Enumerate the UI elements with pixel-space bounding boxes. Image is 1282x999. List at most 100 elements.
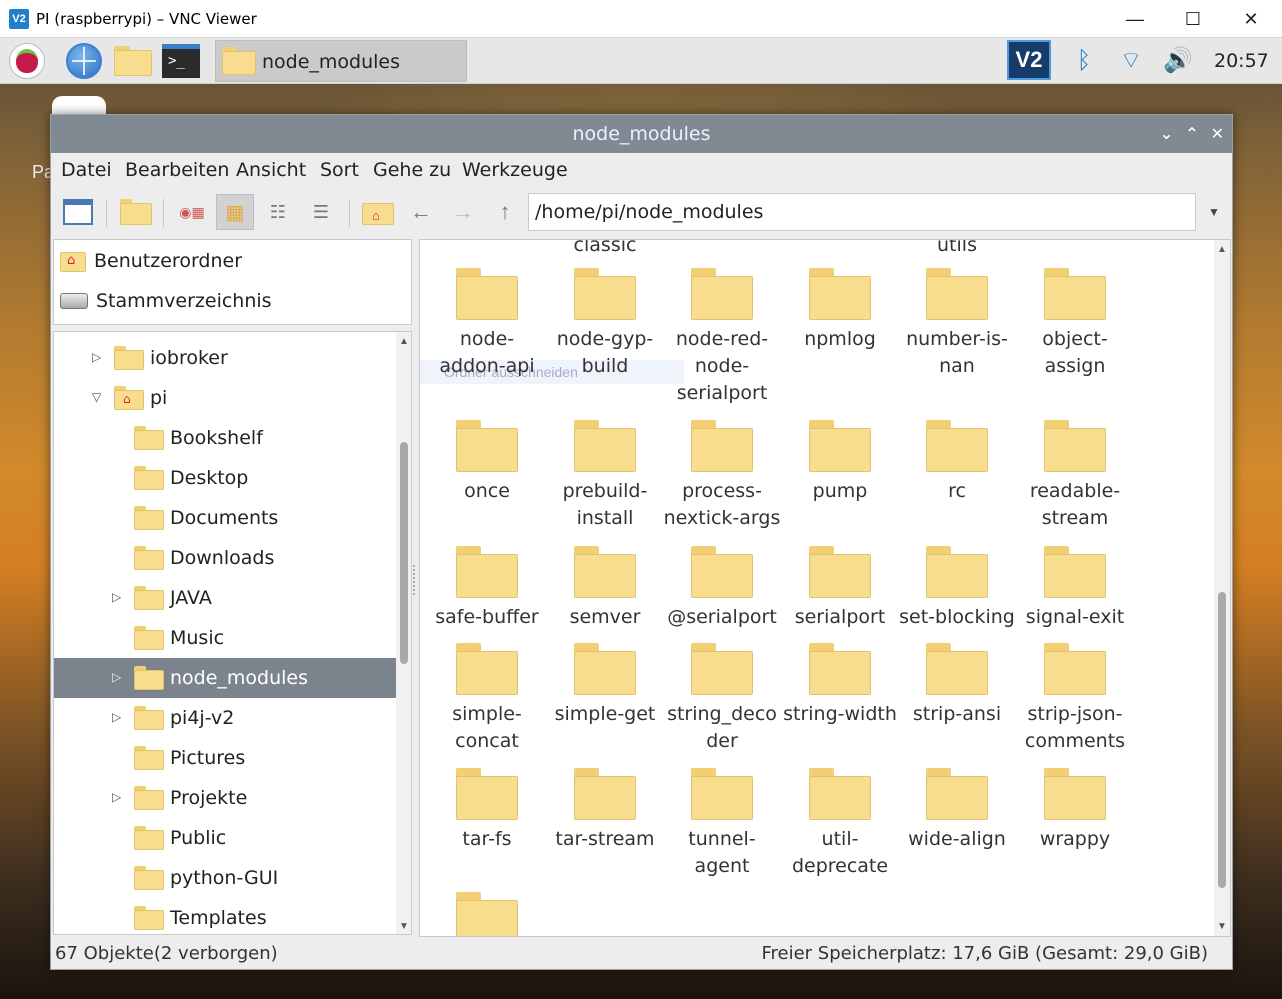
scroll-up-icon[interactable]: ▲: [1217, 244, 1227, 255]
scroll-up-icon[interactable]: ▲: [399, 336, 409, 347]
tree-item-templates[interactable]: Templates: [54, 898, 396, 934]
folder-item-node-gyp-build[interactable]: node-gyp- build: [546, 268, 664, 380]
bluetooth-icon[interactable]: ᛒ: [1068, 44, 1100, 78]
folder-item-object-assign[interactable]: object- assign: [1016, 268, 1134, 380]
expand-arrow-icon[interactable]: ▷: [112, 790, 121, 804]
tree-item-node-modules[interactable]: ▷ node_modules: [54, 658, 396, 698]
folder-item-set-blocking[interactable]: set-blocking: [898, 546, 1016, 631]
folder-item-string-width[interactable]: string-width: [781, 643, 899, 728]
new-folder-icon[interactable]: [117, 194, 155, 230]
main-scroll-thumb[interactable]: [1218, 592, 1226, 888]
folder-item-rc[interactable]: rc: [898, 420, 1016, 505]
folder-item-node-red-node-serialport[interactable]: node-red- node- serialport: [663, 268, 781, 407]
folder-item-npmlog[interactable]: npmlog: [781, 268, 899, 353]
folder-item-number-is-nan[interactable]: number-is- nan: [898, 268, 1016, 380]
tree-item-pi4j-v2[interactable]: ▷ pi4j-v2: [54, 698, 396, 738]
menu-datei[interactable]: Datei: [61, 159, 112, 181]
tree-item-downloads[interactable]: Downloads: [54, 538, 396, 578]
folder-item-tar-fs[interactable]: tar-fs: [428, 768, 546, 853]
folder-item-simple-get[interactable]: simple-get: [546, 643, 664, 728]
folder-item-wrappy[interactable]: wrappy: [1016, 768, 1134, 853]
folder-item-tar-stream[interactable]: tar-stream: [546, 768, 664, 853]
folder-item-prebuild-install[interactable]: prebuild- install: [546, 420, 664, 532]
wifi-icon[interactable]: ⌔: [1115, 44, 1147, 78]
tree-scroll-thumb[interactable]: [400, 442, 408, 664]
tree-item-pi[interactable]: ▽ ⌂ pi: [54, 378, 396, 418]
folder-item-semver[interactable]: semver: [546, 546, 664, 631]
browser-icon[interactable]: [65, 43, 103, 79]
icon-view-icon[interactable]: ▦: [216, 194, 254, 230]
home-folder-icon[interactable]: ⌂: [359, 194, 397, 230]
expand-arrow-icon[interactable]: ▷: [112, 670, 121, 684]
minimize-button[interactable]: —: [1106, 0, 1164, 38]
folder-item-classic[interactable]: classic: [546, 240, 664, 259]
desktop-shortcut-icon[interactable]: [52, 96, 106, 116]
path-input[interactable]: /home/pi/node_modules: [528, 193, 1196, 231]
raspberry-menu-icon[interactable]: [8, 43, 46, 79]
tree-item-bookshelf[interactable]: Bookshelf: [54, 418, 396, 458]
scroll-down-icon[interactable]: ▼: [399, 921, 409, 932]
expand-arrow-icon[interactable]: ▷: [112, 710, 121, 724]
compact-view-icon[interactable]: ☷: [259, 194, 297, 230]
menu-ansicht[interactable]: Ansicht: [236, 159, 306, 181]
collapse-arrow-icon[interactable]: ▽: [92, 390, 101, 404]
tree-item-music[interactable]: Music: [54, 618, 396, 658]
window-minimize-button[interactable]: ⌄: [1160, 115, 1173, 153]
folder-item-util-deprecate[interactable]: util- deprecate: [781, 768, 899, 880]
thumbnail-view-icon[interactable]: ◉▦: [173, 194, 211, 230]
window-maximize-button[interactable]: ⌃: [1185, 115, 1198, 153]
tree-item-pictures[interactable]: Pictures: [54, 738, 396, 778]
up-arrow-icon[interactable]: ↑: [486, 194, 524, 230]
tree-item-documents[interactable]: Documents: [54, 498, 396, 538]
back-arrow-icon[interactable]: ←: [402, 194, 440, 230]
folder-item-partial[interactable]: [428, 892, 546, 936]
tree-item-iobroker[interactable]: ▷ iobroker: [54, 338, 396, 378]
folder-item-utils[interactable]: utils: [898, 240, 1016, 259]
clock[interactable]: 20:57: [1214, 50, 1269, 72]
pane-splitter[interactable]: [413, 565, 417, 595]
folder-item-strip-json-comments[interactable]: strip-json- comments: [1016, 643, 1134, 755]
expand-arrow-icon[interactable]: ▷: [92, 350, 101, 364]
tree-scrollbar[interactable]: ▲ ▼: [396, 332, 411, 934]
menu-sort[interactable]: Sort: [320, 159, 359, 181]
folder-item--serialport[interactable]: @serialport: [663, 546, 781, 631]
scroll-down-icon[interactable]: ▼: [1217, 921, 1227, 932]
folder-item-readable-stream[interactable]: readable- stream: [1016, 420, 1134, 532]
folder-item-strip-ansi[interactable]: strip-ansi: [898, 643, 1016, 728]
tree-item-public[interactable]: Public: [54, 818, 396, 858]
place-root[interactable]: Stammverzeichnis: [60, 282, 272, 320]
folder-item-pump[interactable]: pump: [781, 420, 899, 505]
folder-item-tunnel-agent[interactable]: tunnel- agent: [663, 768, 781, 880]
forward-arrow-icon[interactable]: →: [444, 194, 482, 230]
file-manager-icon[interactable]: [114, 43, 152, 79]
path-dropdown-icon[interactable]: ▼: [1199, 193, 1229, 231]
vnc-server-tray-icon[interactable]: V2: [1007, 40, 1051, 80]
tree-item-python-gui[interactable]: python-GUI: [54, 858, 396, 898]
expand-arrow-icon[interactable]: ▷: [112, 590, 121, 604]
folder-item-serialport[interactable]: serialport: [781, 546, 899, 631]
place-home[interactable]: ⌂ Benutzerordner: [60, 242, 242, 280]
folder-item-once[interactable]: once: [428, 420, 546, 505]
tree-item-desktop[interactable]: Desktop: [54, 458, 396, 498]
menu-bearbeiten[interactable]: Bearbeiten: [125, 159, 229, 181]
taskbar-window-node-modules[interactable]: node_modules: [215, 40, 467, 82]
folder-item-node-addon-api[interactable]: node- addon-api: [428, 268, 546, 380]
tree-item-java[interactable]: ▷ JAVA: [54, 578, 396, 618]
new-window-icon[interactable]: [59, 194, 97, 230]
window-close-button[interactable]: ✕: [1211, 115, 1224, 153]
folder-item-simple-concat[interactable]: simple- concat: [428, 643, 546, 755]
folder-item-wide-align[interactable]: wide-align: [898, 768, 1016, 853]
volume-icon[interactable]: 🔊: [1162, 44, 1194, 78]
folder-item-signal-exit[interactable]: signal-exit: [1016, 546, 1134, 631]
folder-item-string-decoder[interactable]: string_deco der: [663, 643, 781, 755]
menu-gehe-zu[interactable]: Gehe zu: [373, 159, 451, 181]
list-view-icon[interactable]: ☰: [302, 194, 340, 230]
folder-item-process-nextick-args[interactable]: process- nextick-args: [663, 420, 781, 532]
main-scrollbar[interactable]: ▲ ▼: [1214, 240, 1230, 936]
maximize-button[interactable]: ☐: [1164, 0, 1222, 38]
menu-werkzeuge[interactable]: Werkzeuge: [462, 159, 568, 181]
close-button[interactable]: ✕: [1222, 0, 1280, 38]
tree-item-projekte[interactable]: ▷ Projekte: [54, 778, 396, 818]
terminal-icon[interactable]: >_: [162, 43, 200, 79]
folder-item-safe-buffer[interactable]: safe-buffer: [428, 546, 546, 631]
